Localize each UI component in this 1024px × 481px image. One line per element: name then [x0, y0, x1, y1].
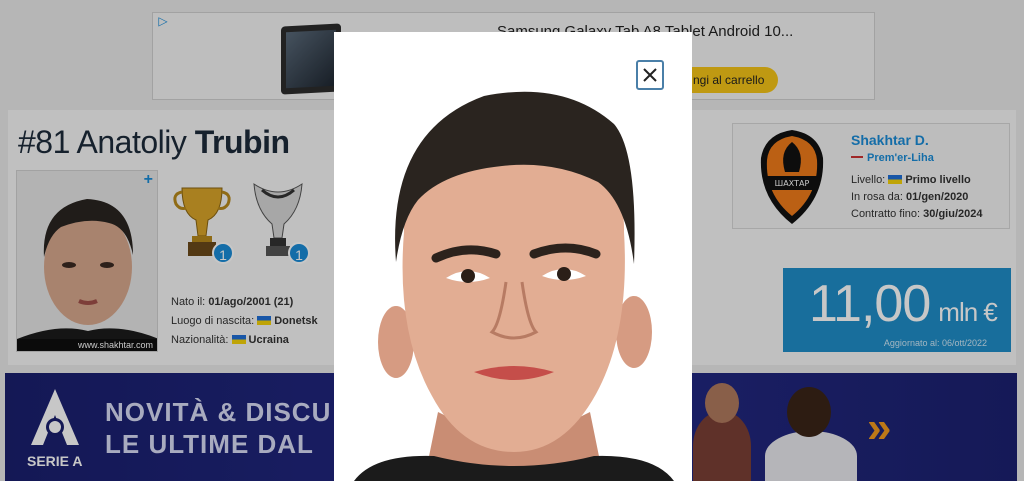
close-lightbox-button[interactable] [636, 60, 664, 90]
close-icon [643, 68, 657, 82]
player-portrait-large [334, 32, 692, 481]
photo-lightbox [334, 32, 692, 481]
